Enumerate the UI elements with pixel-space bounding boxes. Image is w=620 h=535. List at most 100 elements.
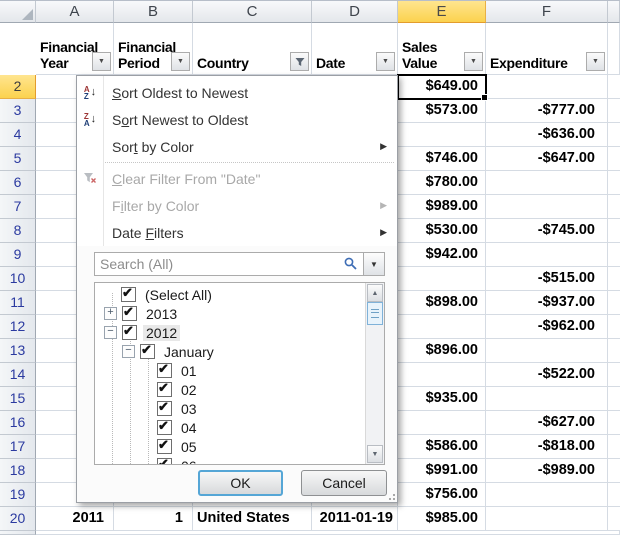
menu-item-date-filters[interactable]: Date Filters▶ xyxy=(77,219,397,246)
menu-item-sort-by-color[interactable]: Sort by Color▶ xyxy=(77,133,397,160)
checkbox-selectall[interactable]: ✔ xyxy=(121,287,136,302)
cell-E7[interactable]: $989.00 xyxy=(398,195,486,219)
cell-F10[interactable]: -$515.00 xyxy=(486,267,608,291)
column-header-E[interactable]: E xyxy=(398,1,486,23)
row-header-16[interactable]: 16 xyxy=(0,411,36,435)
cell-E6[interactable]: $780.00 xyxy=(398,171,486,195)
cell-F12[interactable]: -$962.00 xyxy=(486,315,608,339)
row-header-18[interactable]: 18 xyxy=(0,459,36,483)
cell-F5[interactable]: -$647.00 xyxy=(486,147,608,171)
header-cell-D[interactable]: Date▼ xyxy=(312,23,398,75)
checkbox-2013[interactable]: ✔ xyxy=(122,306,137,321)
search-input[interactable] xyxy=(94,252,364,276)
tree-scrollbar[interactable]: ▲ ▼ xyxy=(365,283,384,464)
cell-F3[interactable]: -$777.00 xyxy=(486,99,608,123)
cell-E20[interactable]: $985.00 xyxy=(398,507,486,531)
row-header-17[interactable]: 17 xyxy=(0,435,36,459)
row-header-13[interactable]: 13 xyxy=(0,339,36,363)
tree-item-label[interactable]: 2012 xyxy=(143,325,180,341)
expand-icon[interactable]: + xyxy=(104,307,117,320)
cell-F4[interactable]: -$636.00 xyxy=(486,123,608,147)
header-cell-F[interactable]: Expenditure▼ xyxy=(486,23,608,75)
filter-arrow-button-A[interactable]: ▼ xyxy=(92,52,111,71)
column-header-D[interactable]: D xyxy=(312,1,398,23)
cell-E8[interactable]: $530.00 xyxy=(398,219,486,243)
checkbox-01[interactable]: ✔ xyxy=(157,363,172,378)
cell-F8[interactable]: -$745.00 xyxy=(486,219,608,243)
cell-F16[interactable]: -$627.00 xyxy=(486,411,608,435)
cell-E9[interactable]: $942.00 xyxy=(398,243,486,267)
column-header-F[interactable]: F xyxy=(486,1,608,23)
checkbox-02[interactable]: ✔ xyxy=(157,382,172,397)
filter-arrow-button-E[interactable]: ▼ xyxy=(464,52,483,71)
cell-E13[interactable]: $896.00 xyxy=(398,339,486,363)
cell-D20[interactable]: 2011-01-19 xyxy=(312,507,398,531)
row-header-10[interactable]: 10 xyxy=(0,267,36,291)
row-header-6[interactable]: 6 xyxy=(0,171,36,195)
tree-item-label[interactable]: 02 xyxy=(178,382,200,398)
filter-arrow-button-F[interactable]: ▼ xyxy=(586,52,605,71)
row-header-12[interactable]: 12 xyxy=(0,315,36,339)
cell-E12[interactable] xyxy=(398,315,486,339)
cell-F2[interactable] xyxy=(486,75,608,99)
tree-item-label[interactable]: 2013 xyxy=(143,306,180,322)
row-header-8[interactable]: 8 xyxy=(0,219,36,243)
collapse-icon[interactable]: − xyxy=(104,326,117,339)
cell-E17[interactable]: $586.00 xyxy=(398,435,486,459)
row-header-19[interactable]: 19 xyxy=(0,483,36,507)
tree-item-label[interactable]: 04 xyxy=(178,420,200,436)
resize-grip[interactable] xyxy=(386,491,395,500)
row-header-7[interactable]: 7 xyxy=(0,195,36,219)
row-header-21[interactable] xyxy=(0,531,36,535)
cell-E19[interactable]: $756.00 xyxy=(398,483,486,507)
cell-E3[interactable]: $573.00 xyxy=(398,99,486,123)
menu-item-sort-oldest-to-newest[interactable]: AZ↓Sort Oldest to Newest xyxy=(77,79,397,106)
checkbox-2012[interactable]: ✔ xyxy=(122,325,137,340)
search-dropdown-button[interactable]: ▼ xyxy=(363,252,385,276)
scroll-up-button[interactable]: ▲ xyxy=(367,284,383,302)
cancel-button[interactable]: Cancel xyxy=(301,470,387,496)
cell-E10[interactable] xyxy=(398,267,486,291)
cell-F20[interactable] xyxy=(486,507,608,531)
tree-item-label[interactable]: 05 xyxy=(178,439,200,455)
row-header-4[interactable]: 4 xyxy=(0,123,36,147)
row-header-3[interactable]: 3 xyxy=(0,99,36,123)
tree-item-label[interactable]: 03 xyxy=(178,401,200,417)
cell-E14[interactable] xyxy=(398,363,486,387)
cell-E18[interactable]: $991.00 xyxy=(398,459,486,483)
checkbox-january[interactable]: ✔ xyxy=(140,344,155,359)
cell-E15[interactable]: $935.00 xyxy=(398,387,486,411)
cell-E11[interactable]: $898.00 xyxy=(398,291,486,315)
select-all-corner[interactable] xyxy=(0,1,36,23)
ok-button[interactable]: OK xyxy=(198,470,283,496)
cell-E16[interactable] xyxy=(398,411,486,435)
scroll-thumb[interactable] xyxy=(367,302,383,325)
header-cell-A[interactable]: Financial Year▼ xyxy=(36,23,114,75)
cell-F14[interactable]: -$522.00 xyxy=(486,363,608,387)
row-header-20[interactable]: 20 xyxy=(0,507,36,531)
header-cell-C[interactable]: Country xyxy=(193,23,312,75)
row-header-9[interactable]: 9 xyxy=(0,243,36,267)
checkbox-04[interactable]: ✔ xyxy=(157,420,172,435)
cell-E2[interactable]: $649.00 xyxy=(398,75,486,99)
column-header-B[interactable]: B xyxy=(114,1,193,23)
cell-F7[interactable] xyxy=(486,195,608,219)
tree-item-label[interactable]: 06 xyxy=(178,458,200,466)
cell-F18[interactable]: -$989.00 xyxy=(486,459,608,483)
cell-F11[interactable]: -$937.00 xyxy=(486,291,608,315)
cell-F9[interactable] xyxy=(486,243,608,267)
cell-F13[interactable] xyxy=(486,339,608,363)
row-header-15[interactable]: 15 xyxy=(0,387,36,411)
column-header-A[interactable]: A xyxy=(36,1,114,23)
checkbox-05[interactable]: ✔ xyxy=(157,439,172,454)
checkbox-03[interactable]: ✔ xyxy=(157,401,172,416)
filter-funnel-button-C[interactable] xyxy=(290,52,309,71)
cell-F17[interactable]: -$818.00 xyxy=(486,435,608,459)
row-header-2[interactable]: 2 xyxy=(0,75,36,99)
header-cell-B[interactable]: Financial Period▼ xyxy=(114,23,193,75)
row-header-14[interactable]: 14 xyxy=(0,363,36,387)
row-header-11[interactable]: 11 xyxy=(0,291,36,315)
cell-A20[interactable]: 2011 xyxy=(36,507,114,531)
column-header-C[interactable]: C xyxy=(193,1,312,23)
menu-item-sort-newest-to-oldest[interactable]: ZA↓Sort Newest to Oldest xyxy=(77,106,397,133)
